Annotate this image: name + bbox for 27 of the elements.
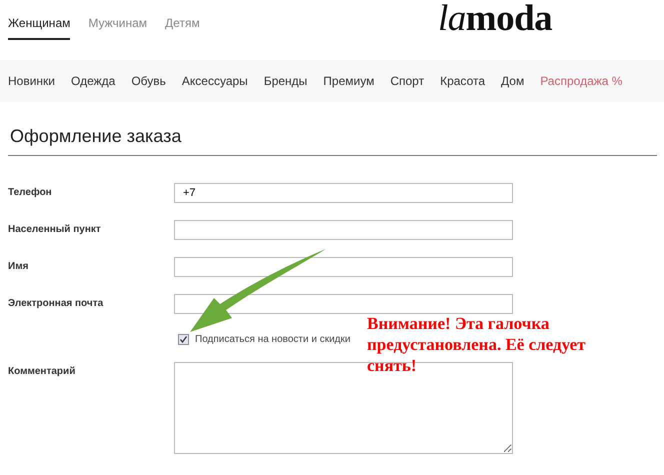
nav-link[interactable]: Одежда xyxy=(71,74,116,88)
nav-link[interactable]: Дом xyxy=(501,74,524,88)
field-label: Электронная почта xyxy=(8,298,104,309)
logo[interactable]: lamoda xyxy=(438,0,552,40)
nav-link[interactable]: Распродажа % xyxy=(540,74,622,88)
category-tab[interactable]: Детям xyxy=(165,16,200,40)
input-field[interactable]: +7 xyxy=(174,182,513,202)
input-field[interactable] xyxy=(174,256,513,276)
category-tab[interactable]: Мужчинам xyxy=(88,16,148,40)
nav-link[interactable]: Новинки xyxy=(8,74,55,88)
page-heading: Оформление заказа xyxy=(8,126,657,156)
checkbox-label: Подписаться на новости и скидки xyxy=(195,334,350,344)
nav-link[interactable]: Аксессуары xyxy=(182,74,248,88)
nav-link[interactable]: Бренды xyxy=(264,74,308,88)
field-label: Комментарий xyxy=(8,366,76,377)
warning-note: Внимание! Эта галочка предустановлена. Её следует снять! xyxy=(367,313,586,376)
field-label: Телефон xyxy=(8,187,52,198)
nav-link[interactable]: Спорт xyxy=(390,74,424,88)
input-field[interactable] xyxy=(174,294,513,314)
checkbox[interactable] xyxy=(178,334,189,344)
input-field[interactable] xyxy=(174,220,513,240)
nav-link[interactable]: Обувь xyxy=(131,74,166,88)
category-tab[interactable]: Женщинам xyxy=(8,16,70,40)
nav-link[interactable]: Красота xyxy=(440,74,486,88)
field-label: Имя xyxy=(8,261,28,272)
field-label: Населенный пункт xyxy=(8,224,101,235)
nav-link[interactable]: Премиум xyxy=(323,74,374,88)
